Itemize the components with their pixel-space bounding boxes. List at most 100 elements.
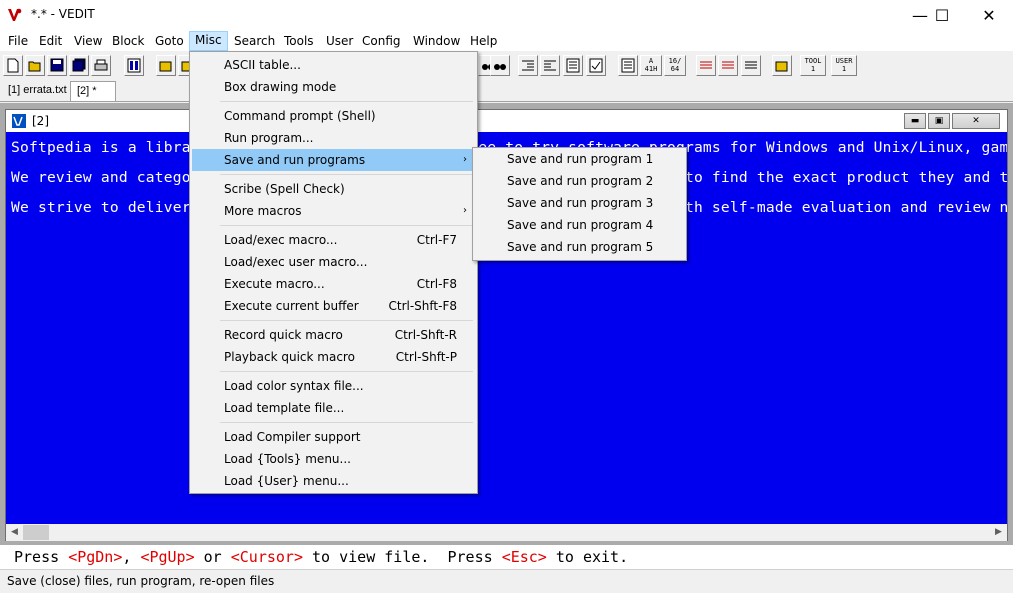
check-doc-icon <box>589 58 603 73</box>
arrow-folder-icon <box>159 61 172 72</box>
scroll-right-icon[interactable]: ▶ <box>990 524 1007 541</box>
lines-icon <box>745 61 757 69</box>
menu-edit[interactable]: Edit <box>34 32 67 51</box>
buffer-button[interactable] <box>124 55 144 76</box>
goto-button[interactable] <box>156 55 176 76</box>
menu-ascii-table[interactable]: ASCII table... <box>192 54 475 76</box>
menu-box-drawing[interactable]: Box drawing mode <box>192 76 475 98</box>
menu-save-and-run[interactable]: Save and run programs › <box>192 149 475 171</box>
menu-playback-macro[interactable]: Playback quick macro Ctrl-Shft-P <box>192 346 475 368</box>
menu-goto[interactable]: Goto <box>150 32 189 51</box>
printer-icon <box>94 59 108 71</box>
menu-load-compiler[interactable]: Load Compiler support <box>192 426 475 448</box>
save-icon <box>50 58 64 72</box>
menu-window[interactable]: Window <box>408 32 465 51</box>
tool1-button[interactable]: TOOL 1 <box>800 55 826 76</box>
menu-load-exec-macro[interactable]: Load/exec macro... Ctrl-F7 <box>192 229 475 251</box>
submenu-save-run-4[interactable]: Save and run program 4 <box>475 214 684 236</box>
list-button[interactable] <box>618 55 638 76</box>
menu-command-prompt[interactable]: Command prompt (Shell) <box>192 105 475 127</box>
submenu-save-run-1[interactable]: Save and run program 1 <box>475 148 684 170</box>
open-folder-icon <box>28 61 41 72</box>
tools-button[interactable] <box>772 55 792 76</box>
red-lines-button[interactable] <box>696 55 716 76</box>
paragraph-icon <box>566 58 580 73</box>
menu-separator <box>220 371 473 372</box>
menu-user[interactable]: User <box>321 32 358 51</box>
outdent-icon <box>522 60 534 71</box>
menu-load-exec-user-macro[interactable]: Load/exec user macro... <box>192 251 475 273</box>
file-tab-2[interactable]: [2] * <box>70 81 116 101</box>
find-next-button[interactable] <box>490 55 510 76</box>
indent-icon <box>544 60 556 71</box>
misc-dropdown-menu: ASCII table... Box drawing mode Command … <box>189 51 478 494</box>
maximize-button[interactable]: ☐ <box>919 0 965 30</box>
menu-config[interactable]: Config <box>357 32 406 51</box>
submenu-save-run-2[interactable]: Save and run program 2 <box>475 170 684 192</box>
menu-tools[interactable]: Tools <box>279 32 319 51</box>
red-lines-icon <box>700 61 712 69</box>
print-button[interactable] <box>91 55 111 76</box>
submenu-save-run-5[interactable]: Save and run program 5 <box>475 236 684 258</box>
menu-search[interactable]: Search <box>229 32 280 51</box>
scroll-left-icon[interactable]: ◀ <box>6 524 23 541</box>
fraction-button[interactable]: 16/64 <box>664 55 686 76</box>
wrap-button[interactable] <box>586 55 606 76</box>
red-lines2-button[interactable] <box>718 55 738 76</box>
ascii-hex-button[interactable]: A 41H <box>640 55 662 76</box>
menu-load-template[interactable]: Load template file... <box>192 397 475 419</box>
hands-folder-icon <box>775 61 788 72</box>
save-all-icon <box>72 58 86 72</box>
submenu-save-run-3[interactable]: Save and run program 3 <box>475 192 684 214</box>
new-file-button[interactable] <box>3 55 23 76</box>
submenu-arrow-icon: › <box>463 154 467 165</box>
doc-minimize-button[interactable]: ▬ <box>904 113 926 129</box>
close-icon: ✕ <box>982 5 996 25</box>
open-file-button[interactable] <box>25 55 45 76</box>
maximize-icon: ☐ <box>934 5 950 25</box>
status-bar: Save (close) files, run program, re-open… <box>0 569 1013 593</box>
menu-file[interactable]: File <box>3 32 33 51</box>
menu-record-macro[interactable]: Record quick macro Ctrl-Shft-R <box>192 324 475 346</box>
menu-view[interactable]: View <box>69 32 107 51</box>
save-all-button[interactable] <box>69 55 89 76</box>
prompt-line: Press <PgDn>, <PgUp> or <Cursor> to view… <box>0 545 1013 569</box>
doc-minimize-icon: ▬ <box>910 116 920 126</box>
menu-misc[interactable]: Misc <box>189 31 228 51</box>
menu-load-user-menu[interactable]: Load {User} menu... <box>192 470 475 492</box>
lines-button[interactable] <box>741 55 761 76</box>
red-lines2-icon <box>722 61 734 69</box>
menu-block[interactable]: Block <box>107 32 149 51</box>
document-title: [2] <box>32 114 49 128</box>
doc-close-button[interactable]: ✕ <box>952 113 1000 129</box>
menu-execute-macro[interactable]: Execute macro... Ctrl-F8 <box>192 273 475 295</box>
outdent-button[interactable] <box>518 55 538 76</box>
title-bar: *.* - VEDIT — ☐ ✕ <box>0 0 1013 30</box>
indent-button[interactable] <box>540 55 560 76</box>
toolbar: A 41H 16/64 TOOL 1 USER 1 <box>0 51 1013 80</box>
menu-execute-buffer[interactable]: Execute current buffer Ctrl-Shft-F8 <box>192 295 475 317</box>
submenu-arrow-icon: › <box>463 205 467 216</box>
menu-bar: File Edit View Block Goto Misc Search To… <box>0 30 1013 51</box>
menu-separator <box>220 320 473 321</box>
vedit-logo-icon <box>7 7 23 23</box>
menu-scribe[interactable]: Scribe (Spell Check) <box>192 178 475 200</box>
user1-button[interactable]: USER 1 <box>831 55 857 76</box>
close-button[interactable]: ✕ <box>966 0 1012 30</box>
menu-help[interactable]: Help <box>465 32 502 51</box>
save-button[interactable] <box>47 55 67 76</box>
menu-more-macros[interactable]: More macros › <box>192 200 475 222</box>
status-text: Save (close) files, run program, re-open… <box>7 574 275 588</box>
horizontal-scrollbar[interactable]: ◀ ▶ <box>6 524 1007 541</box>
menu-load-tools-menu[interactable]: Load {Tools} menu... <box>192 448 475 470</box>
format-button[interactable] <box>563 55 583 76</box>
file-tab-errata[interactable]: [1] errata.txt <box>2 81 73 101</box>
window-title: *.* - VEDIT <box>31 7 95 21</box>
doc-restore-button[interactable]: ▣ <box>928 113 950 129</box>
prompt-text: Press <PgDn>, <PgUp> or <Cursor> to view… <box>14 548 629 566</box>
menu-load-color-syntax[interactable]: Load color syntax file... <box>192 375 475 397</box>
scroll-thumb[interactable] <box>23 525 49 540</box>
document-title-bar: [2] ▬ ▣ ✕ <box>6 110 1007 132</box>
menu-run-program[interactable]: Run program... <box>192 127 475 149</box>
menu-separator <box>220 101 473 102</box>
